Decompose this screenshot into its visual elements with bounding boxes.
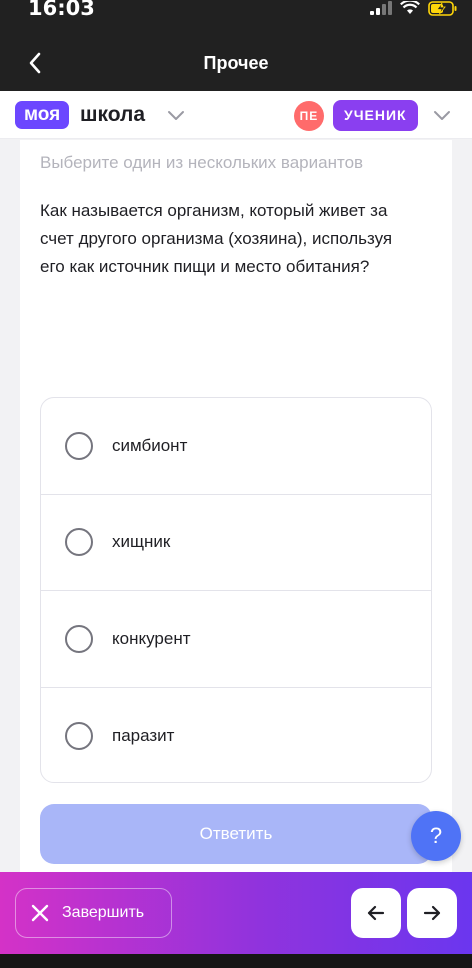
option-label: конкурент xyxy=(112,628,191,648)
question-hint: Выберите один из нескольких вариантов xyxy=(40,153,364,172)
status-icons xyxy=(370,0,458,16)
nav-bar: Прочее xyxy=(0,36,472,91)
wifi-icon xyxy=(400,1,420,14)
option-label: паразит xyxy=(112,725,175,745)
answer-option[interactable]: конкурент xyxy=(41,591,431,688)
next-button[interactable] xyxy=(407,888,457,938)
answer-option[interactable]: симбионт xyxy=(41,398,431,495)
nav-title: Прочее xyxy=(203,53,269,73)
option-label: симбионт xyxy=(112,435,188,455)
status-time: 16:03 xyxy=(28,0,95,20)
signal-icon xyxy=(370,1,392,15)
option-label: хищник xyxy=(112,532,171,552)
home-indicator-area xyxy=(0,954,472,968)
bottom-bar: Завершить xyxy=(0,872,472,954)
arrow-left-icon xyxy=(367,905,385,921)
previous-button[interactable] xyxy=(351,888,401,938)
status-bar: 16:03 xyxy=(0,0,472,36)
chevron-down-icon[interactable] xyxy=(166,105,186,125)
radio-button[interactable] xyxy=(65,528,93,557)
finish-label: Завершить xyxy=(62,904,145,921)
answer-option[interactable]: паразит xyxy=(41,688,431,783)
arrow-right-icon xyxy=(423,905,441,921)
logo-moya[interactable]: моя xyxy=(15,101,70,129)
close-icon xyxy=(31,904,49,922)
submit-button[interactable]: Ответить xyxy=(40,804,432,864)
answer-options: симбионт хищник конкурент паразит xyxy=(40,397,432,783)
answer-option[interactable]: хищник xyxy=(41,495,431,591)
avatar[interactable]: ПЕ xyxy=(294,101,324,131)
radio-button[interactable] xyxy=(65,721,93,750)
radio-button[interactable] xyxy=(65,624,93,653)
role-badge[interactable]: УЧЕНИК xyxy=(333,100,418,131)
battery-charging-icon xyxy=(428,0,457,16)
radio-button[interactable] xyxy=(65,431,93,460)
help-button[interactable]: ? xyxy=(411,811,461,861)
chevron-down-icon[interactable] xyxy=(432,105,452,125)
logo-shkola[interactable]: школа xyxy=(80,103,145,127)
question-card: Выберите один из нескольких вариантов Ка… xyxy=(20,140,452,872)
finish-button[interactable]: Завершить xyxy=(15,888,172,938)
app-header: моя школа ПЕ УЧЕНИК xyxy=(0,91,472,139)
question-text: Как называется организм, который живет з… xyxy=(40,201,393,276)
